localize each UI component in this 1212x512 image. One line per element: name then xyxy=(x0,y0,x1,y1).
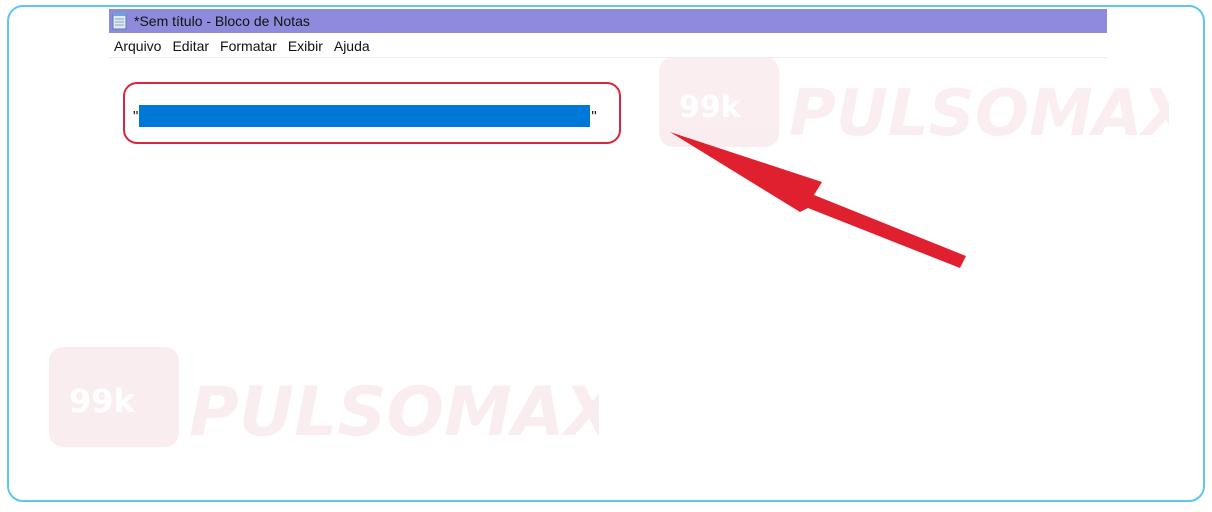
menu-arquivo[interactable]: Arquivo xyxy=(109,38,167,54)
notepad-window: *Sem título - Bloco de Notas Arquivo Edi… xyxy=(109,9,1107,479)
window-title: *Sem título - Bloco de Notas xyxy=(134,13,310,29)
menu-editar[interactable]: Editar xyxy=(167,38,215,54)
menu-formatar[interactable]: Formatar xyxy=(215,38,283,54)
open-quote: " xyxy=(133,107,139,125)
menu-ajuda[interactable]: Ajuda xyxy=(329,38,376,54)
editor-text-line[interactable]: " " xyxy=(133,105,597,127)
notepad-icon xyxy=(112,13,127,30)
menu-bar: Arquivo Editar Formatar Exibir Ajuda xyxy=(109,35,1107,58)
text-selection[interactable] xyxy=(139,105,591,127)
close-quote: " xyxy=(591,107,597,125)
text-editor-area[interactable]: " " xyxy=(109,59,1107,479)
title-bar[interactable]: *Sem título - Bloco de Notas xyxy=(109,9,1107,33)
menu-exibir[interactable]: Exibir xyxy=(283,38,329,54)
screenshot-frame: 99k PULSOMAX 99k PULSOMAX *Sem título - … xyxy=(7,5,1205,502)
